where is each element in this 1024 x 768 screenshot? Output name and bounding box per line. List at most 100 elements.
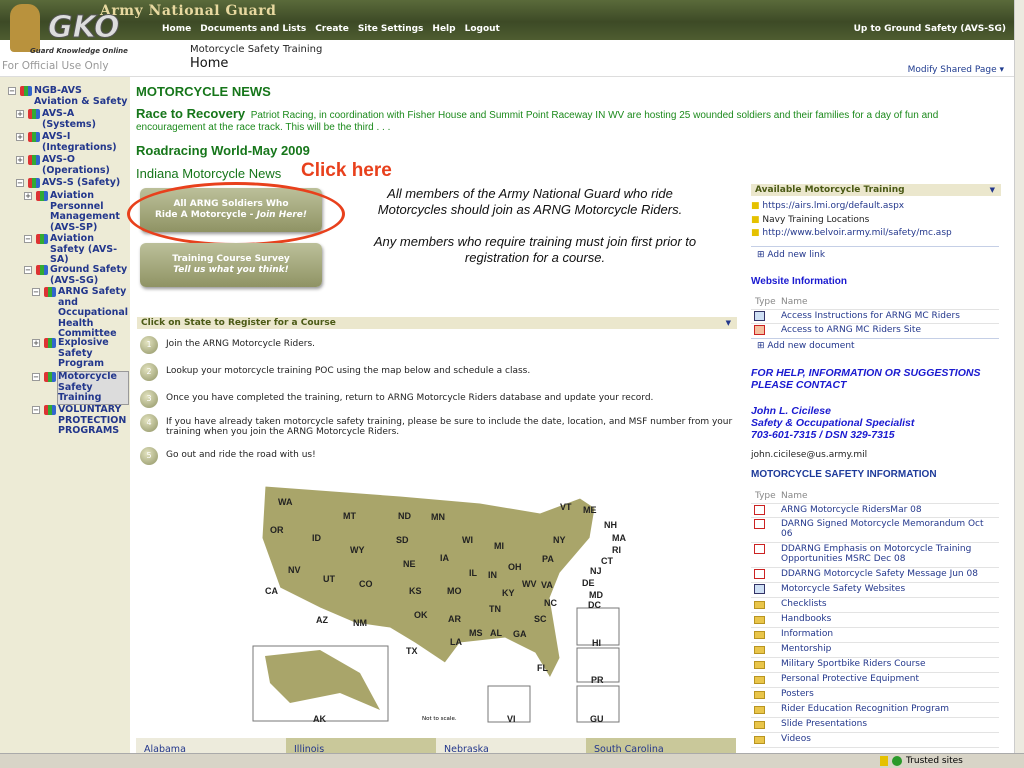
- doc-link[interactable]: Posters: [781, 689, 996, 699]
- expand-toggle-icon[interactable]: −: [32, 406, 40, 414]
- state-co[interactable]: CO: [359, 579, 373, 589]
- up-to-parent-link[interactable]: Up to Ground Safety (AVS-SG): [854, 24, 1006, 34]
- state-ct[interactable]: CT: [601, 556, 613, 566]
- add-new-document[interactable]: ⊞ Add new document: [757, 341, 855, 351]
- state-ca[interactable]: CA: [265, 586, 278, 596]
- expand-toggle-icon[interactable]: +: [32, 339, 40, 347]
- state-link[interactable]: Illinois: [286, 738, 436, 753]
- doc-link[interactable]: Handbooks: [781, 614, 996, 624]
- column-header-type[interactable]: Type: [755, 297, 776, 307]
- state-id[interactable]: ID: [312, 533, 321, 543]
- webpart-menu-icon[interactable]: ▼: [990, 184, 995, 196]
- news-link-indiana[interactable]: Indiana Motorcycle News: [136, 166, 281, 181]
- nav-logout[interactable]: Logout: [465, 24, 500, 34]
- state-pa[interactable]: PA: [542, 554, 554, 564]
- news-link[interactable]: Race to Recovery: [136, 106, 245, 121]
- expand-toggle-icon[interactable]: +: [16, 133, 24, 141]
- column-header-name[interactable]: Name: [781, 297, 808, 307]
- state-ks[interactable]: KS: [409, 586, 422, 596]
- nav-help[interactable]: Help: [432, 24, 455, 34]
- doc-link[interactable]: Videos: [781, 734, 996, 744]
- news-link-roadracing-world[interactable]: Roadracing World-May 2009: [136, 143, 310, 158]
- doc-link[interactable]: Information: [781, 629, 996, 639]
- state-nh[interactable]: NH: [604, 520, 617, 530]
- doc-row[interactable]: Access to ARNG MC Riders Site: [751, 324, 999, 339]
- sidebar-item[interactable]: − Aviation Safety (AVS-SA): [24, 233, 128, 266]
- state-ri[interactable]: RI: [612, 545, 621, 555]
- state-al[interactable]: AL: [490, 628, 502, 638]
- state-ne[interactable]: NE: [403, 559, 416, 569]
- sidebar-item[interactable]: − ARNG Safety and Occupational Health Com…: [32, 286, 128, 340]
- nav-site-settings[interactable]: Site Settings: [358, 24, 424, 34]
- doc-row[interactable]: Rider Education Recognition Program: [751, 703, 999, 718]
- sidebar-item[interactable]: − AVS-S (Safety): [16, 177, 128, 189]
- survey-button[interactable]: Training Course Survey Tell us what you t…: [140, 243, 322, 287]
- doc-row[interactable]: Slide Presentations: [751, 718, 999, 733]
- state-sc[interactable]: SC: [534, 614, 547, 624]
- doc-link[interactable]: DARNG Signed Motorcycle Memorandum Oct 0…: [781, 519, 996, 539]
- nav-create[interactable]: Create: [315, 24, 349, 34]
- state-wv[interactable]: WV: [522, 579, 537, 589]
- expand-toggle-icon[interactable]: −: [24, 266, 32, 274]
- state-vi[interactable]: VI: [507, 714, 516, 724]
- state-wi[interactable]: WI: [462, 535, 473, 545]
- state-oh[interactable]: OH: [508, 562, 522, 572]
- state-va[interactable]: VA: [541, 580, 553, 590]
- state-ar[interactable]: AR: [448, 614, 461, 624]
- sidebar-item[interactable]: + AVS-O (Operations): [16, 154, 128, 176]
- doc-link[interactable]: Checklists: [781, 599, 996, 609]
- state-ms[interactable]: MS: [469, 628, 483, 638]
- sidebar-item[interactable]: − Motorcycle Safety Training: [32, 371, 129, 405]
- modify-shared-page-menu[interactable]: Modify Shared Page ▾: [908, 65, 1004, 75]
- doc-row[interactable]: DDARNG Emphasis on Motorcycle Training O…: [751, 543, 999, 568]
- sidebar-item[interactable]: + AVS-A (Systems): [16, 108, 128, 130]
- expand-toggle-icon[interactable]: −: [16, 179, 24, 187]
- contact-email[interactable]: john.cicilese@us.army.mil: [751, 450, 867, 460]
- state-ok[interactable]: OK: [414, 610, 428, 620]
- state-ky[interactable]: KY: [502, 588, 515, 598]
- doc-row[interactable]: Motorcycle Safety Websites: [751, 583, 999, 598]
- state-tn[interactable]: TN: [489, 604, 501, 614]
- state-or[interactable]: OR: [270, 525, 284, 535]
- vertical-scrollbar[interactable]: [1014, 0, 1024, 753]
- expand-toggle-icon[interactable]: −: [32, 288, 40, 296]
- nav-documents-and-lists[interactable]: Documents and Lists: [200, 24, 306, 34]
- state-fl[interactable]: FL: [537, 663, 548, 673]
- expand-toggle-icon[interactable]: −: [8, 87, 16, 95]
- state-hi[interactable]: HI: [592, 638, 601, 648]
- expand-toggle-icon[interactable]: +: [16, 156, 24, 164]
- sidebar-item[interactable]: + Explosive Safety Program: [32, 337, 128, 370]
- doc-link[interactable]: Access Instructions for ARNG MC Riders: [781, 311, 996, 321]
- state-ny[interactable]: NY: [553, 535, 566, 545]
- state-de[interactable]: DE: [582, 578, 595, 588]
- doc-link[interactable]: Personal Protective Equipment: [781, 674, 996, 684]
- state-wa[interactable]: WA: [278, 497, 293, 507]
- state-mn[interactable]: MN: [431, 512, 445, 522]
- doc-row[interactable]: Personal Protective Equipment: [751, 673, 999, 688]
- doc-link[interactable]: DDARNG Motorcycle Safety Message Jun 08: [781, 569, 996, 579]
- gko-logo[interactable]: GKO Guard Knowledge Online: [4, 4, 138, 58]
- column-header-name[interactable]: Name: [781, 491, 808, 501]
- doc-link[interactable]: Access to ARNG MC Riders Site: [781, 325, 996, 335]
- doc-link[interactable]: Motorcycle Safety Websites: [781, 584, 996, 594]
- training-link[interactable]: ■ http://www.belvoir.army.mil/safety/mc.…: [751, 228, 952, 238]
- state-nj[interactable]: NJ: [590, 566, 602, 576]
- doc-row[interactable]: Posters: [751, 688, 999, 703]
- column-header-type[interactable]: Type: [755, 491, 776, 501]
- state-ga[interactable]: GA: [513, 629, 527, 639]
- state-dc[interactable]: DC: [588, 600, 601, 610]
- doc-row[interactable]: Mentorship: [751, 643, 999, 658]
- sidebar-item[interactable]: + AVS-I (Integrations): [16, 131, 128, 153]
- doc-link[interactable]: Military Sportbike Riders Course: [781, 659, 996, 669]
- nav-home[interactable]: Home: [162, 24, 191, 34]
- state-link[interactable]: Nebraska: [436, 738, 586, 753]
- sidebar-item[interactable]: − VOLUNTARY PROTECTION PROGRAMS: [32, 404, 128, 437]
- state-nm[interactable]: NM: [353, 618, 367, 628]
- expand-toggle-icon[interactable]: −: [32, 373, 40, 381]
- doc-row[interactable]: Checklists: [751, 598, 999, 613]
- state-md[interactable]: MD: [589, 590, 603, 600]
- doc-link[interactable]: ARNG Motorcycle RidersMar 08: [781, 505, 996, 515]
- doc-row[interactable]: Information: [751, 628, 999, 643]
- site-title[interactable]: Motorcycle Safety Training: [190, 44, 322, 55]
- state-mt[interactable]: MT: [343, 511, 356, 521]
